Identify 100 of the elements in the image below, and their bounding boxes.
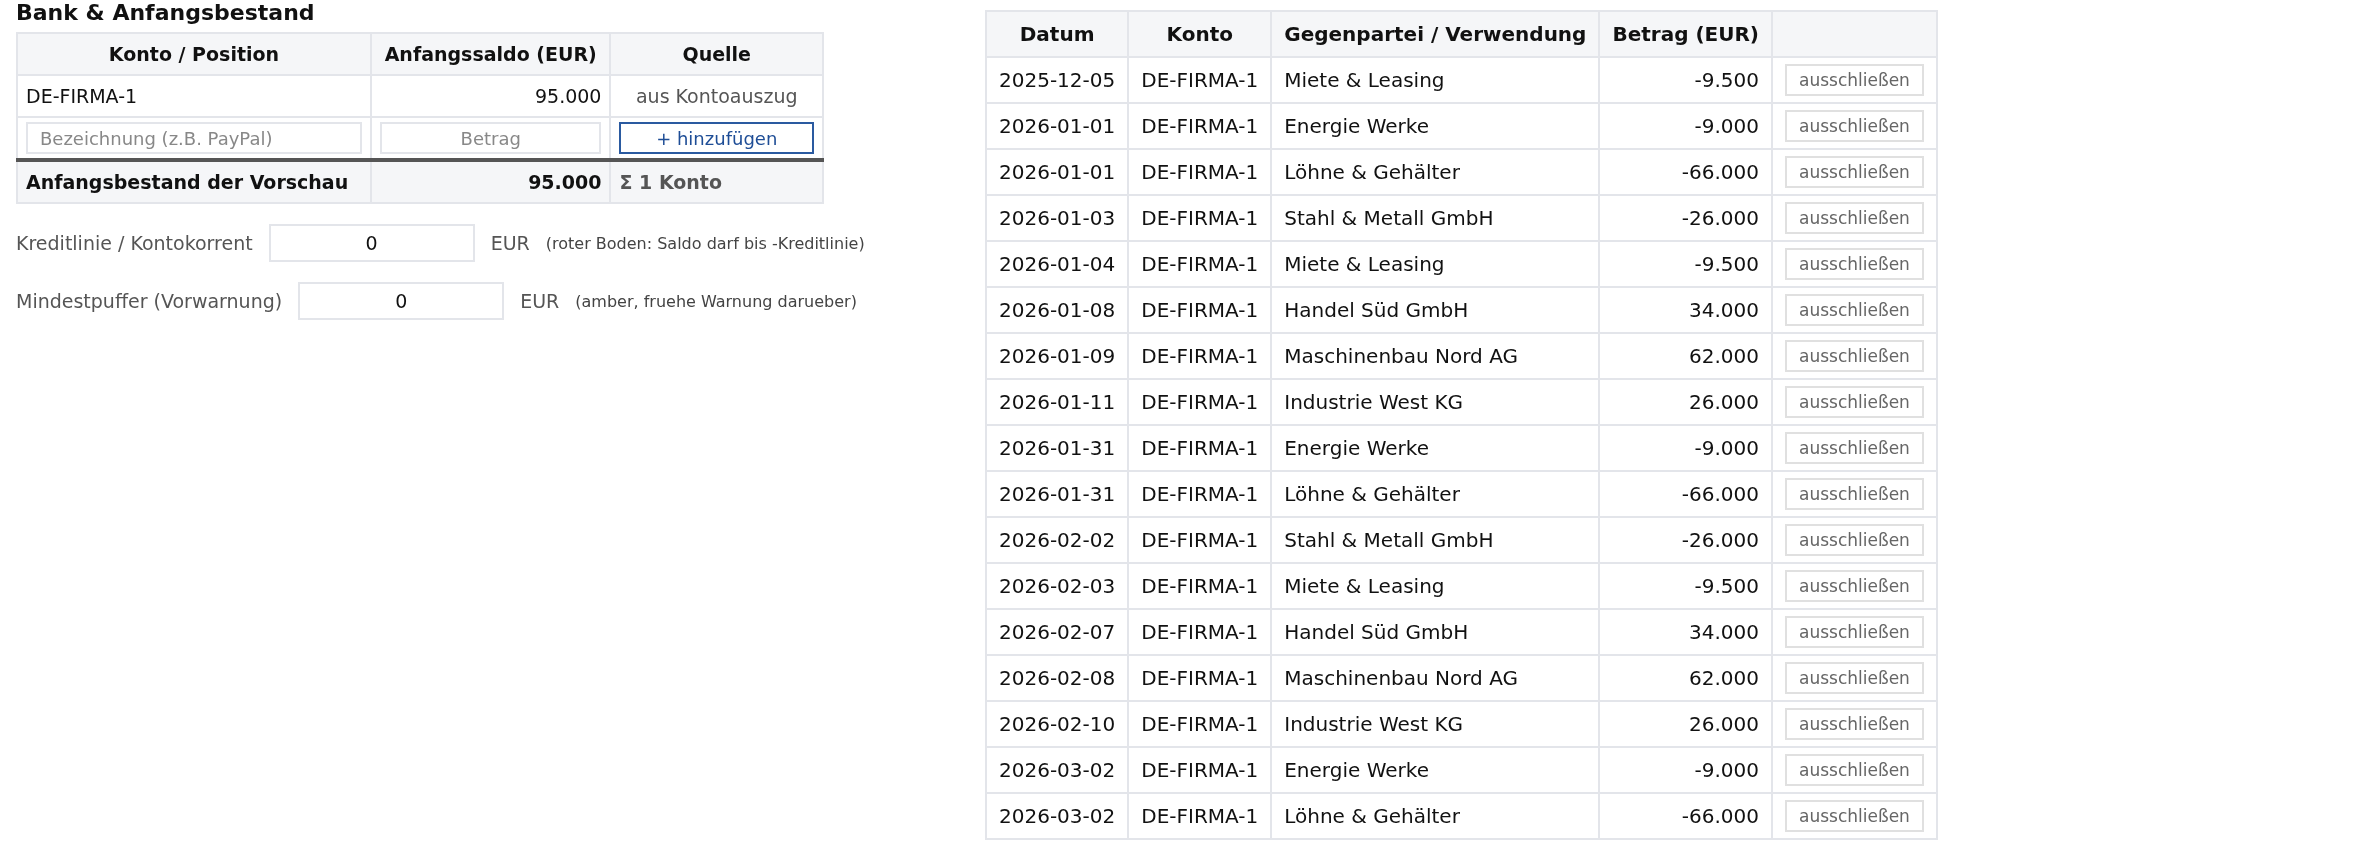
exclude-button[interactable]: ausschließen <box>1785 570 1924 602</box>
table-cell: 2026-03-02 <box>986 793 1129 839</box>
table-cell: Miete & Leasing <box>1271 241 1600 287</box>
table-cell: 2026-01-09 <box>986 333 1129 379</box>
table-cell: -26.000 <box>1599 517 1772 563</box>
column-header: Gegenpartei / Verwendung <box>1271 11 1600 57</box>
table-cell: 2026-01-31 <box>986 425 1129 471</box>
table-cell: 95.000 <box>370 75 611 117</box>
column-header: Betrag (EUR) <box>1599 11 1772 57</box>
table-cell: Stahl & Metall GmbH <box>1271 517 1600 563</box>
table-cell: 2026-01-01 <box>986 103 1129 149</box>
table-cell: 95.000 <box>370 160 611 203</box>
table-cell: 2026-01-03 <box>986 195 1129 241</box>
column-header: Datum <box>986 11 1129 57</box>
table-cell: Löhne & Gehälter <box>1271 149 1600 195</box>
exclude-button[interactable]: ausschließen <box>1785 754 1924 786</box>
table-cell: DE-FIRMA-1 <box>1128 563 1272 609</box>
table-cell: Löhne & Gehälter <box>1271 793 1600 839</box>
field-label: Mindestpuffer (Vorwarnung) <box>16 290 283 312</box>
table-cell: 2026-02-02 <box>986 517 1129 563</box>
table-cell: 26.000 <box>1599 379 1772 425</box>
table-cell: 2026-01-11 <box>986 379 1129 425</box>
table-cell: Σ 1 Konto <box>610 160 823 203</box>
hint-text: (roter Boden: Saldo darf bis -Kreditlinie) <box>545 233 865 253</box>
amount-input-field[interactable]: Betrag <box>379 122 602 154</box>
table-cell: -66.000 <box>1599 149 1772 195</box>
table-cell: DE-FIRMA-1 <box>1128 793 1272 839</box>
column-header: Quelle <box>610 33 823 75</box>
table-cell: 2026-01-04 <box>986 241 1129 287</box>
table-cell: DE-FIRMA-1 <box>1128 287 1272 333</box>
unit-label: EUR <box>520 290 560 312</box>
table-cell: 2025-12-05 <box>986 57 1129 103</box>
table-cell: DE-FIRMA-1 <box>1128 379 1272 425</box>
exclude-button[interactable]: ausschließen <box>1785 340 1924 372</box>
exclude-button[interactable]: ausschließen <box>1785 248 1924 280</box>
table-cell: 2026-02-08 <box>986 655 1129 701</box>
exclude-button[interactable]: ausschließen <box>1785 294 1924 326</box>
table-cell: DE-FIRMA-1 <box>1128 471 1272 517</box>
exclude-button[interactable]: ausschließen <box>1785 432 1924 464</box>
exclude-button[interactable]: ausschließen <box>1785 800 1924 832</box>
table-cell: -26.000 <box>1599 195 1772 241</box>
column-header: Konto / Position <box>17 33 371 75</box>
table-cell: Miete & Leasing <box>1271 57 1600 103</box>
table-cell: Energie Werke <box>1271 425 1600 471</box>
table-cell: Löhne & Gehälter <box>1271 471 1600 517</box>
table-cell: DE-FIRMA-1 <box>1128 747 1272 793</box>
exclude-button[interactable]: ausschließen <box>1785 616 1924 648</box>
table-cell: Handel Süd GmbH <box>1271 609 1600 655</box>
section-title: Bank & Anfangsbestand <box>16 0 316 27</box>
table-cell: DE-FIRMA-1 <box>1128 103 1272 149</box>
table-cell: Maschinenbau Nord AG <box>1271 655 1600 701</box>
table-cell: 2026-02-07 <box>986 609 1129 655</box>
exclude-button[interactable]: ausschließen <box>1785 110 1924 142</box>
table-cell: DE-FIRMA-1 <box>1128 517 1272 563</box>
exclude-button[interactable]: ausschließen <box>1785 662 1924 694</box>
table-cell: DE-FIRMA-1 <box>1128 195 1272 241</box>
table-cell: -66.000 <box>1599 793 1772 839</box>
table-cell: Miete & Leasing <box>1271 563 1600 609</box>
exclude-button[interactable]: ausschließen <box>1785 156 1924 188</box>
table-cell: -9.500 <box>1599 57 1772 103</box>
table-cell: 2026-01-08 <box>986 287 1129 333</box>
field-label: Kreditlinie / Kontokorrent <box>16 232 253 254</box>
table-cell: 34.000 <box>1599 609 1772 655</box>
table-cell: Anfangsbestand der Vorschau <box>17 160 371 203</box>
table-cell: Industrie West KG <box>1271 701 1600 747</box>
table-cell: -66.000 <box>1599 471 1772 517</box>
table-cell: Energie Werke <box>1271 747 1600 793</box>
table-cell: -9.000 <box>1599 425 1772 471</box>
input-field[interactable]: 0 <box>298 282 505 320</box>
table-cell: Industrie West KG <box>1271 379 1600 425</box>
exclude-button[interactable]: ausschließen <box>1785 524 1924 556</box>
table-cell: DE-FIRMA-1 <box>1128 149 1272 195</box>
table-cell: 2026-02-10 <box>986 701 1129 747</box>
table-cell: Energie Werke <box>1271 103 1600 149</box>
table-cell: -9.000 <box>1599 103 1772 149</box>
table-cell: DE-FIRMA-1 <box>1128 655 1272 701</box>
name-input-field[interactable]: Bezeichnung (z.B. PayPal) <box>26 122 362 154</box>
input-field[interactable]: 0 <box>268 224 475 262</box>
table-cell: 26.000 <box>1599 701 1772 747</box>
table-cell: 2026-03-02 <box>986 747 1129 793</box>
table-cell: 62.000 <box>1599 333 1772 379</box>
exclude-button[interactable]: ausschließen <box>1785 708 1924 740</box>
column-header: Anfangssaldo (EUR) <box>370 33 611 75</box>
unit-label: EUR <box>490 232 530 254</box>
table-cell: DE-FIRMA-1 <box>1128 333 1272 379</box>
table-cell: DE-FIRMA-1 <box>1128 241 1272 287</box>
table-cell: -9.500 <box>1599 563 1772 609</box>
exclude-button[interactable]: ausschließen <box>1785 202 1924 234</box>
table-cell: 2026-01-01 <box>986 149 1129 195</box>
table-cell: Maschinenbau Nord AG <box>1271 333 1600 379</box>
exclude-button[interactable]: ausschließen <box>1785 386 1924 418</box>
table-cell: 62.000 <box>1599 655 1772 701</box>
exclude-button[interactable]: ausschließen <box>1785 478 1924 510</box>
add-button[interactable]: + hinzufügen <box>619 122 814 154</box>
table-cell: DE-FIRMA-1 <box>1128 425 1272 471</box>
table-cell: DE-FIRMA-1 <box>1128 609 1272 655</box>
exclude-button[interactable]: ausschließen <box>1785 64 1924 96</box>
column-header: Konto <box>1128 11 1272 57</box>
table-cell: -9.000 <box>1599 747 1772 793</box>
table-cell: aus Kontoauszug <box>610 75 823 117</box>
